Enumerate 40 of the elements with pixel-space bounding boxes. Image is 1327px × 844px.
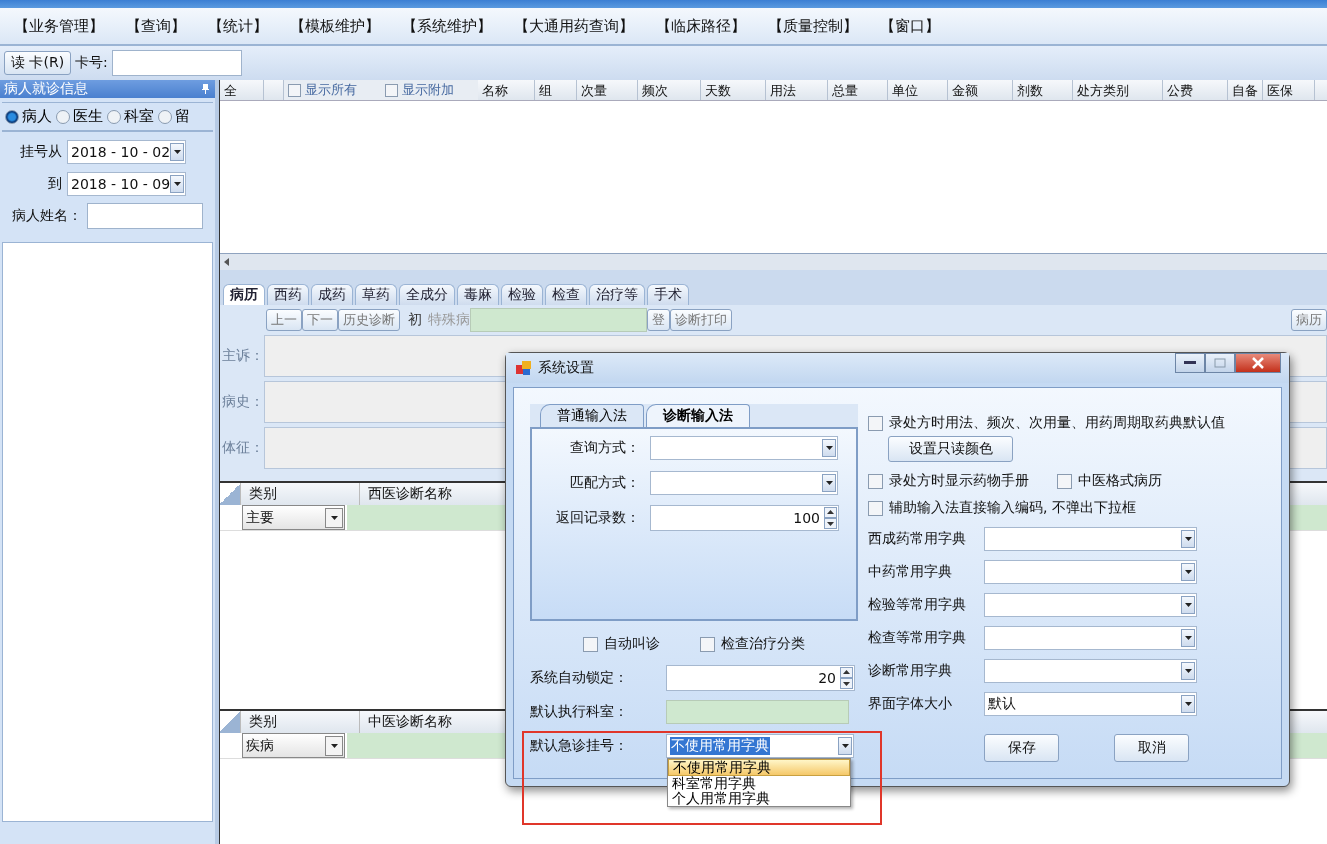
field-label: 体征：	[222, 439, 258, 457]
column-header: 自备	[1228, 80, 1263, 100]
column-header: 频次	[638, 80, 701, 100]
lock-label: 系统自动锁定：	[530, 669, 629, 687]
dictionary-label: 中药常用字典	[868, 562, 953, 581]
match-label: 匹配方式：	[569, 473, 640, 492]
column-header: 次量	[577, 80, 638, 100]
card-label: 卡号:	[75, 54, 108, 72]
emergency-label: 默认急诊挂号：	[530, 737, 629, 755]
name-label: 病人姓名：	[11, 207, 82, 225]
dictionary-label: 诊断常用字典	[868, 661, 953, 680]
column-header: 医保	[1263, 80, 1315, 100]
column-header: 金额	[948, 80, 1013, 100]
special-disease-label: 特殊病	[428, 311, 470, 329]
column-header: 名称	[478, 80, 535, 100]
dept-label: 默认执行科室：	[530, 703, 629, 721]
column-header: 中医诊断名称	[367, 712, 453, 731]
column-header: 西医诊断名称	[367, 484, 453, 503]
dialog-title: 系统设置	[538, 359, 594, 377]
column-header: 总量	[828, 80, 888, 100]
dictionary-label: 检验等常用字典	[868, 595, 967, 614]
column-header: 全	[220, 80, 264, 100]
records-label: 返回记录数：	[555, 508, 640, 527]
dictionary-label: 界面字体大小	[868, 694, 953, 713]
column-header: 公费	[1163, 80, 1228, 100]
dictionary-label: 西成药常用字典	[868, 529, 967, 548]
field-label: 主诉：	[222, 347, 258, 365]
first-visit-label: 初	[408, 311, 422, 329]
column-header: 天数	[701, 80, 766, 100]
column-header: 剂数	[1013, 80, 1073, 100]
date-from-label: 挂号从	[19, 143, 62, 161]
query-label: 查询方式：	[569, 438, 640, 457]
column-header: 单位	[888, 80, 948, 100]
column-header: 处方类别	[1073, 80, 1163, 100]
panel-header: 病人就诊信息	[0, 80, 215, 98]
dictionary-label: 检查等常用字典	[868, 628, 967, 647]
field-label: 病史：	[222, 393, 258, 411]
column-header: 组	[535, 80, 577, 100]
date-to-label: 到	[47, 175, 62, 193]
column-header: 用法	[766, 80, 828, 100]
